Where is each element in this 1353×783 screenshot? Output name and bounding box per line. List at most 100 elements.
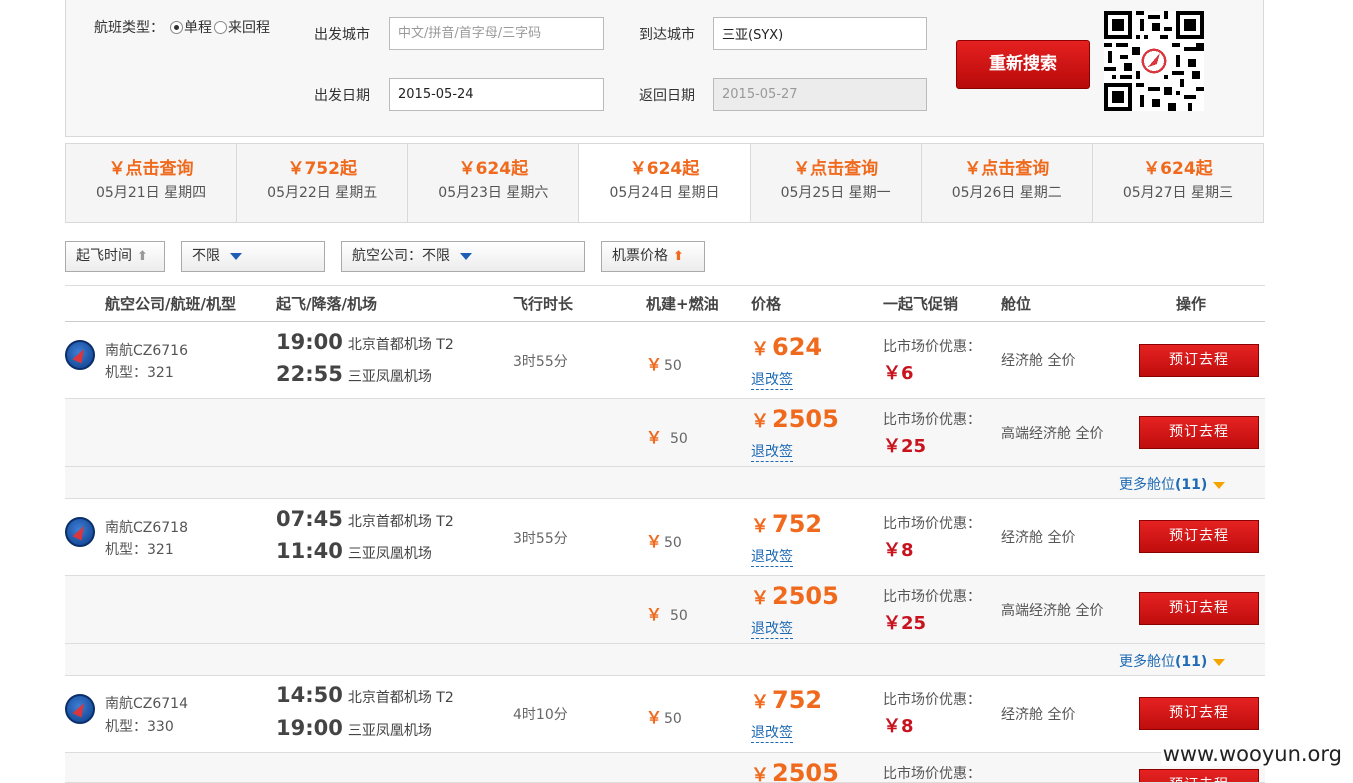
date-tab-selected[interactable]: ￥624起 05月24日 星期日 xyxy=(579,144,751,222)
date-day: 05月25日 星期一 xyxy=(780,185,891,201)
date-day: 05月22日 星期五 xyxy=(267,185,378,201)
currency-symbol: ￥ xyxy=(646,355,663,374)
cabin-class: 高端经济舱 全价 xyxy=(1001,603,1104,619)
sort-price-button[interactable]: 机票价格 ⬆ xyxy=(601,241,705,272)
refund-change-link[interactable]: 退改签 xyxy=(751,722,793,743)
date-price: ￥点击查询 xyxy=(108,159,194,179)
promo-value: 8 xyxy=(901,540,914,561)
currency-symbol: ￥ xyxy=(883,716,901,737)
round-trip-radio[interactable] xyxy=(214,20,227,34)
flight-number: 南航CZ6718 xyxy=(105,520,188,536)
price-value: 624 xyxy=(772,333,823,361)
departure-airport: 北京首都机场 T2 xyxy=(347,690,454,706)
cabin-row: ￥ 50 ￥ 2505 退改签 比市场价优惠： ￥25 高端经济舱 全价 预订去程 xyxy=(65,399,1265,467)
depart-date-input[interactable] xyxy=(389,78,604,111)
currency-symbol: ￥ xyxy=(883,613,901,634)
currency-symbol: ￥ xyxy=(751,411,769,432)
arrive-city-label: 到达城市 xyxy=(639,27,695,43)
book-outbound-button[interactable]: 预订去程 xyxy=(1139,769,1259,782)
depart-city-label: 出发城市 xyxy=(314,27,370,43)
date-tab[interactable]: ￥624起 05月23日 星期六 xyxy=(408,144,580,222)
book-outbound-button[interactable]: 预订去程 xyxy=(1139,520,1259,553)
arrival-airport: 三亚凤凰机场 xyxy=(347,723,432,739)
date-tab[interactable]: ￥点击查询 05月26日 星期二 xyxy=(921,144,1093,222)
book-outbound-button[interactable]: 预订去程 xyxy=(1139,344,1259,377)
airline-value: 航空公司：不限 xyxy=(352,248,450,264)
cabin-class: 经济舱 全价 xyxy=(1001,353,1076,369)
refund-change-link[interactable]: 退改签 xyxy=(751,618,793,639)
refund-change-link[interactable]: 退改签 xyxy=(751,441,793,462)
arrive-city-input[interactable] xyxy=(713,17,927,50)
refund-change-link[interactable]: 退改签 xyxy=(751,369,793,390)
date-tab[interactable]: ￥624起 05月27日 星期三 xyxy=(1092,144,1263,222)
header-cabin: 舱位 xyxy=(1001,295,1032,313)
trip-type-group: 航班类型： 单程 来回程 xyxy=(94,17,270,37)
book-outbound-button[interactable]: 预订去程 xyxy=(1139,592,1259,625)
header-price: 价格 xyxy=(751,295,782,313)
one-way-label[interactable]: 单程 xyxy=(184,17,212,37)
more-cabins-label: 更多舱位 xyxy=(1119,654,1175,670)
flight-row: 南航CZ6718 机型：321 07:45 北京首都机场 T2 11:40 三亚凤凰… xyxy=(65,499,1265,576)
more-cabins-row: 更多舱位(11) xyxy=(65,467,1265,499)
header-times: 起飞/降落/机场 xyxy=(276,295,377,313)
research-button[interactable]: 重新搜索 xyxy=(956,40,1090,89)
date-tab[interactable]: ￥752起 05月22日 星期五 xyxy=(237,144,409,222)
promo-label: 比市场价优惠： xyxy=(883,339,981,355)
round-trip-label[interactable]: 来回程 xyxy=(228,17,270,37)
arrival-airport: 三亚凤凰机场 xyxy=(347,546,432,562)
date-day: 05月23日 星期六 xyxy=(438,185,549,201)
promo-value: 25 xyxy=(901,436,927,457)
book-outbound-button[interactable]: 预订去程 xyxy=(1139,416,1259,449)
arrival-time: 22:55 xyxy=(276,362,343,386)
arrival-time: 11:40 xyxy=(276,539,343,563)
currency-symbol: ￥ xyxy=(646,428,663,447)
departure-airport: 北京首都机场 T2 xyxy=(347,514,454,530)
expand-down-icon xyxy=(1213,658,1226,666)
promo-label: 比市场价优惠： xyxy=(883,412,981,428)
date-price: ￥624起 xyxy=(1143,159,1213,179)
date-price: ￥752起 xyxy=(287,159,357,179)
refund-change-link[interactable]: 退改签 xyxy=(751,546,793,567)
header-duration: 飞行时长 xyxy=(513,295,574,313)
book-outbound-button[interactable]: 预订去程 xyxy=(1139,697,1259,730)
airline-dropdown[interactable]: 航空公司：不限 xyxy=(341,241,585,272)
time-range-dropdown[interactable]: 不限 xyxy=(181,241,325,272)
promo-label: 比市场价优惠： xyxy=(883,589,981,605)
plane-type: 机型：321 xyxy=(105,365,174,381)
date-price: ￥624起 xyxy=(458,159,529,179)
flight-row: 南航CZ6716 机型：321 19:00 北京首都机场 T2 22:55 三亚凤凰… xyxy=(65,322,1265,399)
cabin-class: 经济舱 全价 xyxy=(1001,530,1076,546)
date-strip: ￥点击查询 05月21日 星期四 ￥752起 05月22日 星期五 ￥624起 … xyxy=(65,143,1264,223)
date-day: 05月24日 星期日 xyxy=(609,185,720,201)
price-value: 752 xyxy=(772,510,823,538)
more-cabins-row: 更多舱位(11) xyxy=(65,644,1265,676)
more-cabins-count: (11) xyxy=(1175,477,1208,493)
currency-symbol: ￥ xyxy=(646,532,663,551)
currency-symbol: ￥ xyxy=(751,339,769,360)
more-cabins-link[interactable]: 更多舱位(11) xyxy=(1119,474,1226,494)
sort-departure-time-label: 起飞时间 xyxy=(76,248,132,264)
search-panel: 航班类型： 单程 来回程 出发城市 到达城市 出发日期 返回日期 重新搜索 xyxy=(65,0,1264,137)
date-tab[interactable]: ￥点击查询 05月21日 星期四 xyxy=(66,144,238,222)
sort-departure-time-button[interactable]: 起飞时间 ⬆ xyxy=(65,241,165,272)
currency-symbol: ￥ xyxy=(883,540,901,561)
flight-number: 南航CZ6716 xyxy=(105,343,188,359)
promo-value: 25 xyxy=(901,613,927,634)
departure-airport: 北京首都机场 T2 xyxy=(347,337,454,353)
china-southern-logo-icon xyxy=(65,694,95,724)
header-flight: 航空公司/航班/机型 xyxy=(105,295,236,313)
arrival-time: 19:00 xyxy=(276,716,343,740)
flight-duration: 4时10分 xyxy=(513,707,568,723)
depart-city-input[interactable] xyxy=(389,17,604,50)
date-tab[interactable]: ￥点击查询 05月25日 星期一 xyxy=(750,144,922,222)
more-cabins-count: (11) xyxy=(1175,654,1208,670)
promo-label: 比市场价优惠： xyxy=(883,766,981,782)
chevron-down-icon xyxy=(230,252,242,260)
currency-symbol: ￥ xyxy=(751,588,769,609)
date-day: 05月26日 星期二 xyxy=(951,185,1062,201)
one-way-radio[interactable] xyxy=(170,20,183,34)
cabin-class: 经济舱 全价 xyxy=(1001,707,1076,723)
return-date-input[interactable] xyxy=(713,78,927,111)
sort-up-arrow-icon: ⬆ xyxy=(137,249,148,264)
more-cabins-link[interactable]: 更多舱位(11) xyxy=(1119,651,1226,671)
